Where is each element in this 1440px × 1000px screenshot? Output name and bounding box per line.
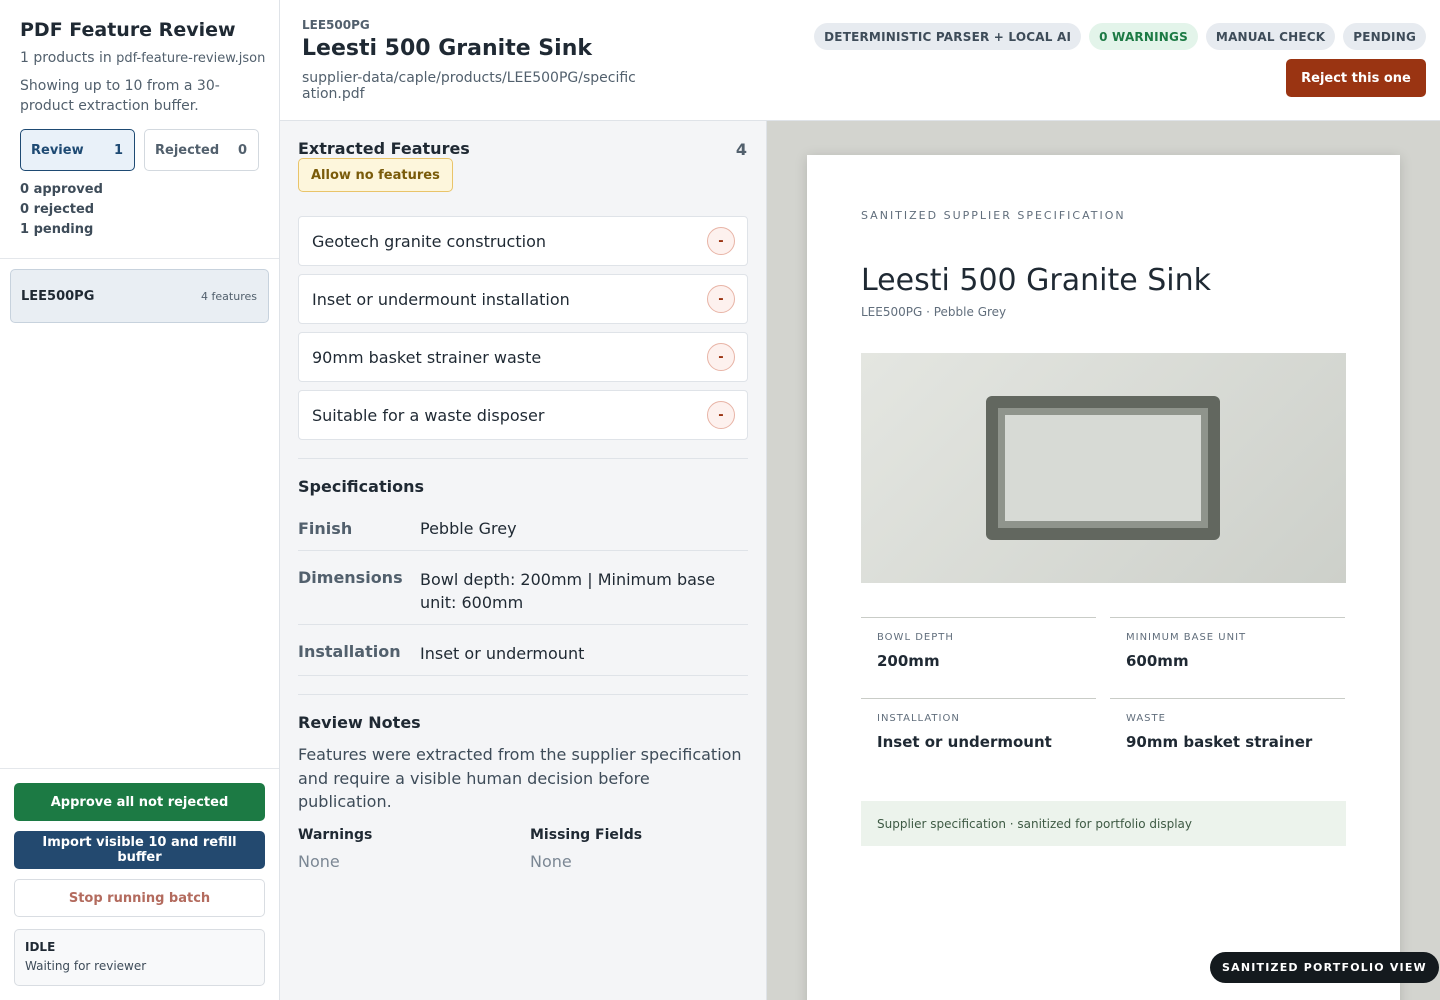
approved-stat: 0 approved bbox=[20, 182, 103, 197]
source-file-name: pdf-feature-review.json bbox=[116, 51, 266, 66]
pending-badge: PENDING bbox=[1343, 23, 1426, 50]
tab-rejected-count: 0 bbox=[237, 142, 247, 158]
spec-cell-value: 200mm bbox=[877, 652, 940, 670]
product-code-label: LEE500PG bbox=[302, 18, 370, 32]
warnings-value: None bbox=[298, 852, 340, 871]
review-notes-heading: Review Notes bbox=[298, 713, 421, 732]
feature-text: Geotech granite construction bbox=[312, 231, 546, 251]
status-badges: DETERMINISTIC PARSER + LOCAL AI 0 WARNIN… bbox=[814, 23, 1426, 50]
rejected-stat: 0 rejected bbox=[20, 202, 95, 217]
sidebar: PDF Feature Review 1 products in pdf-fea… bbox=[0, 0, 280, 1000]
section-divider bbox=[298, 694, 748, 695]
feature-item: Inset or undermount installation - bbox=[298, 274, 748, 324]
review-panel: Extracted Features 4 Allow no features G… bbox=[280, 121, 767, 1000]
feature-text: 90mm basket strainer waste bbox=[312, 347, 542, 367]
extracted-features-count: 4 bbox=[735, 140, 747, 159]
spec-cell-installation: INSTALLATION Inset or undermount bbox=[861, 698, 1096, 778]
source-pdf-path: supplier-data/caple/products/LEE500PG/sp… bbox=[302, 70, 636, 102]
feature-item: 90mm basket strainer waste - bbox=[298, 332, 748, 382]
spec-cell-value: 90mm basket strainer bbox=[1126, 733, 1313, 751]
sink-product-image bbox=[861, 353, 1346, 583]
document-kicker: SANITIZED SUPPLIER SPECIFICATION bbox=[861, 209, 1126, 222]
spec-cell-bowl-depth: BOWL DEPTH 200mm bbox=[861, 617, 1096, 697]
section-divider bbox=[298, 458, 748, 459]
pdf-page: SANITIZED SUPPLIER SPECIFICATION Leesti … bbox=[807, 155, 1400, 1000]
reject-button[interactable]: Reject this one bbox=[1286, 59, 1426, 97]
spec-label: Finish bbox=[298, 519, 353, 538]
spec-cell-label: MINIMUM BASE UNIT bbox=[1126, 632, 1247, 643]
sink-rim bbox=[986, 396, 1220, 540]
tab-review[interactable]: Review 1 bbox=[20, 129, 135, 171]
review-notes-text: Features were extracted from the supplie… bbox=[298, 745, 742, 811]
spec-value: Inset or undermount bbox=[420, 644, 585, 663]
feature-text: Inset or undermount installation bbox=[312, 289, 570, 309]
tab-review-count: 1 bbox=[113, 142, 123, 158]
remove-feature-button[interactable]: - bbox=[707, 285, 735, 313]
extracted-features-heading: Extracted Features bbox=[298, 139, 470, 158]
spec-row-installation: Installation Inset or undermount bbox=[298, 625, 748, 676]
batch-status: IDLE Waiting for reviewer bbox=[14, 929, 265, 986]
product-title: Leesti 500 Granite Sink bbox=[302, 36, 592, 61]
spec-cell-label: INSTALLATION bbox=[877, 713, 960, 724]
stop-batch-button[interactable]: Stop running batch bbox=[14, 879, 265, 917]
spec-cell-minimum-base-unit: MINIMUM BASE UNIT 600mm bbox=[1110, 617, 1345, 697]
tab-rejected-label: Rejected bbox=[155, 142, 220, 158]
remove-feature-button[interactable]: - bbox=[707, 343, 735, 371]
missing-fields-value: None bbox=[530, 852, 572, 871]
warnings-badge: 0 WARNINGS bbox=[1089, 23, 1198, 50]
batch-status-state: IDLE bbox=[25, 940, 56, 954]
product-header: LEE500PG Leesti 500 Granite Sink supplie… bbox=[280, 0, 1440, 121]
spec-cell-waste: WASTE 90mm basket strainer bbox=[1110, 698, 1345, 778]
spec-cell-label: WASTE bbox=[1126, 713, 1166, 724]
document-title: Leesti 500 Granite Sink bbox=[861, 263, 1211, 298]
sink-bowl-edge bbox=[998, 408, 1208, 528]
product-feature-count: 4 features bbox=[201, 289, 257, 303]
approve-all-button[interactable]: Approve all not rejected bbox=[14, 783, 265, 821]
spec-row-finish: Finish Pebble Grey bbox=[298, 511, 748, 551]
pdf-viewer[interactable]: SANITIZED SUPPLIER SPECIFICATION Leesti … bbox=[767, 121, 1440, 1000]
specifications-heading: Specifications bbox=[298, 477, 424, 496]
feature-text: Suitable for a waste disposer bbox=[312, 405, 545, 425]
spec-cell-label: BOWL DEPTH bbox=[877, 632, 954, 643]
remove-feature-button[interactable]: - bbox=[707, 227, 735, 255]
manual-check-badge: MANUAL CHECK bbox=[1205, 23, 1336, 50]
sink-bowl bbox=[1005, 415, 1201, 521]
spec-row-dimensions: Dimensions Bowl depth: 200mm | Minimum b… bbox=[298, 551, 748, 625]
import-refill-button[interactable]: Import visible 10 and refill buffer bbox=[14, 831, 265, 869]
product-count: 1 products in pdf-feature-review.json bbox=[20, 50, 265, 66]
feature-item: Geotech granite construction - bbox=[298, 216, 748, 266]
buffer-note: Showing up to 10 from a 30-product extra… bbox=[20, 78, 220, 114]
spec-label: Installation bbox=[298, 642, 401, 661]
spec-cell-value: Inset or undermount bbox=[877, 733, 1052, 751]
sidebar-divider bbox=[0, 258, 279, 259]
document-subtitle: LEE500PG · Pebble Grey bbox=[861, 305, 1007, 319]
feature-item: Suitable for a waste disposer - bbox=[298, 390, 748, 440]
spec-label: Dimensions bbox=[298, 568, 403, 587]
spec-value: Bowl depth: 200mm | Minimum base unit: 6… bbox=[420, 570, 716, 612]
review-stats: 0 approved 0 rejected 1 pending bbox=[20, 180, 103, 240]
product-count-prefix: 1 products in bbox=[20, 50, 112, 66]
sidebar-actions-divider bbox=[0, 768, 279, 769]
product-list-item[interactable]: LEE500PG 4 features bbox=[10, 269, 269, 323]
tab-review-label: Review bbox=[31, 142, 84, 158]
portfolio-view-badge: SANITIZED PORTFOLIO VIEW bbox=[1210, 952, 1439, 983]
app-title: PDF Feature Review bbox=[20, 19, 236, 41]
tab-rejected[interactable]: Rejected 0 bbox=[144, 129, 259, 171]
warnings-label: Warnings bbox=[298, 827, 373, 843]
parser-badge: DETERMINISTIC PARSER + LOCAL AI bbox=[814, 23, 1082, 50]
product-code: LEE500PG bbox=[21, 288, 95, 304]
document-footer: Supplier specification · sanitized for p… bbox=[861, 801, 1346, 846]
allow-no-features-button[interactable]: Allow no features bbox=[298, 158, 453, 192]
spec-cell-value: 600mm bbox=[1126, 652, 1189, 670]
remove-feature-button[interactable]: - bbox=[707, 401, 735, 429]
batch-status-message: Waiting for reviewer bbox=[25, 959, 147, 973]
pending-stat: 1 pending bbox=[20, 222, 94, 237]
spec-value: Pebble Grey bbox=[420, 519, 517, 538]
missing-fields-label: Missing Fields bbox=[530, 827, 643, 843]
